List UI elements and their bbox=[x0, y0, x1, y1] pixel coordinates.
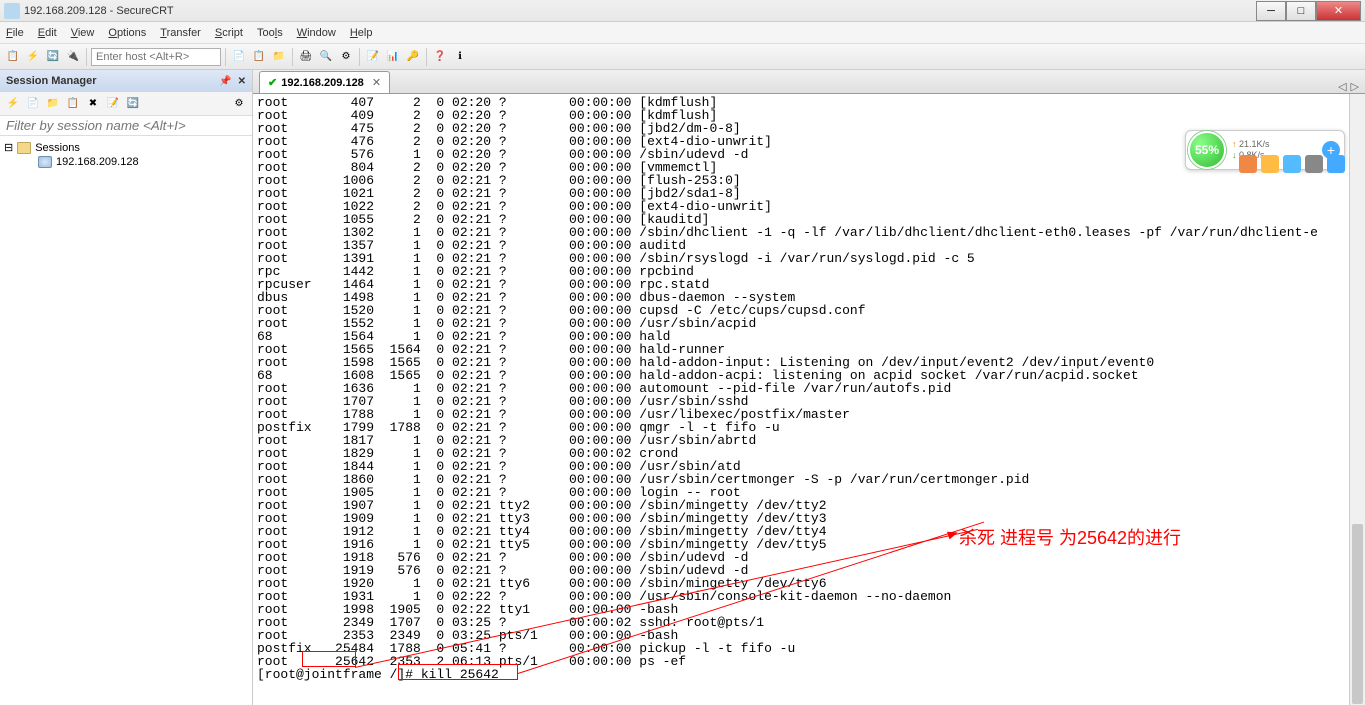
speed-ball[interactable]: 55% bbox=[1188, 131, 1226, 169]
sm-folder-icon[interactable]: 📁 bbox=[44, 95, 62, 113]
help-icon[interactable]: ❓ bbox=[431, 48, 449, 66]
paste-icon[interactable]: 📋 bbox=[250, 48, 268, 66]
tab-status-icon: ✔ bbox=[268, 76, 277, 89]
disconnect-icon[interactable]: 🔌 bbox=[64, 48, 82, 66]
pin-icon[interactable]: 📌 bbox=[219, 76, 231, 87]
menu-tools[interactable]: Tools bbox=[257, 27, 283, 39]
sm-props-icon[interactable]: 📝 bbox=[104, 95, 122, 113]
menu-file[interactable]: File bbox=[6, 27, 24, 39]
tree-root-label: Sessions bbox=[35, 142, 80, 154]
tray-icon-3[interactable] bbox=[1283, 155, 1301, 173]
tab-bar: ✔ 192.168.209.128 ✕ ◁ ▷ bbox=[253, 70, 1365, 94]
speed-percent: 55% bbox=[1195, 143, 1219, 157]
session-manager-header: Session Manager 📌 ✕ bbox=[0, 70, 252, 92]
tab-label: 192.168.209.128 bbox=[281, 77, 364, 89]
menu-window[interactable]: Window bbox=[297, 27, 336, 39]
tool3-icon[interactable]: 📁 bbox=[270, 48, 288, 66]
tray-icons bbox=[1239, 155, 1345, 173]
quick-connect-icon[interactable]: ⚡ bbox=[24, 48, 42, 66]
net-upload: 21.1K/s bbox=[1232, 139, 1270, 150]
sm-refresh-icon[interactable]: 🔄 bbox=[124, 95, 142, 113]
app-icon bbox=[4, 3, 20, 19]
expand-icon[interactable]: ⊟ bbox=[4, 141, 13, 154]
tray-icon-2[interactable] bbox=[1261, 155, 1279, 173]
session-options-icon[interactable]: 📝 bbox=[364, 48, 382, 66]
menu-edit[interactable]: Edit bbox=[38, 27, 57, 39]
tool7-icon[interactable]: 📊 bbox=[384, 48, 402, 66]
sm-connect-icon[interactable]: ⚡ bbox=[4, 95, 22, 113]
tab-next-icon[interactable]: ▷ bbox=[1351, 80, 1359, 93]
sm-options-icon[interactable]: ⚙ bbox=[230, 95, 248, 113]
menu-script[interactable]: Script bbox=[215, 27, 243, 39]
session-icon bbox=[38, 156, 52, 168]
terminal-output[interactable]: root 407 2 0 02:20 ? 00:00:00 [kdmflush]… bbox=[253, 94, 1365, 705]
titlebar: 192.168.209.128 - SecureCRT ─ □ ✕ bbox=[0, 0, 1365, 22]
minimize-button[interactable]: ─ bbox=[1256, 1, 1286, 21]
toolbar: 📋 ⚡ 🔄 🔌 📄 📋 📁 🖨 🔍 ⚙ 📝 📊 🔑 ❓ ℹ bbox=[0, 44, 1365, 70]
find-icon[interactable]: 🔍 bbox=[317, 48, 335, 66]
close-button[interactable]: ✕ bbox=[1316, 1, 1361, 21]
panel-close-icon[interactable]: ✕ bbox=[238, 76, 246, 87]
tree-session-item[interactable]: 192.168.209.128 bbox=[4, 155, 248, 169]
window-title: 192.168.209.128 - SecureCRT bbox=[24, 5, 1256, 17]
tray-icon-4[interactable] bbox=[1305, 155, 1323, 173]
tree-root[interactable]: ⊟ Sessions bbox=[4, 140, 248, 155]
menu-options[interactable]: Options bbox=[108, 27, 146, 39]
tab-close-icon[interactable]: ✕ bbox=[372, 76, 381, 89]
menu-help[interactable]: Help bbox=[350, 27, 373, 39]
print-icon[interactable]: 🖨 bbox=[297, 48, 315, 66]
session-manager-panel: Session Manager 📌 ✕ ⚡ 📄 📁 📋 ✖ 📝 🔄 ⚙ ⊟ Se… bbox=[0, 70, 253, 705]
folder-icon bbox=[17, 142, 31, 154]
session-tree: ⊟ Sessions 192.168.209.128 bbox=[0, 136, 252, 173]
connect-icon[interactable]: 📋 bbox=[4, 48, 22, 66]
sm-new-icon[interactable]: 📄 bbox=[24, 95, 42, 113]
annotation-text: 杀死 进程号 为25642的进行 bbox=[959, 524, 1181, 550]
maximize-button[interactable]: □ bbox=[1286, 1, 1316, 21]
session-manager-toolbar: ⚡ 📄 📁 📋 ✖ 📝 🔄 ⚙ bbox=[0, 92, 252, 116]
about-icon[interactable]: ℹ bbox=[451, 48, 469, 66]
host-input[interactable] bbox=[91, 48, 221, 66]
tab-active[interactable]: ✔ 192.168.209.128 ✕ bbox=[259, 71, 390, 93]
copy-icon[interactable]: 📄 bbox=[230, 48, 248, 66]
sm-copy-icon[interactable]: 📋 bbox=[64, 95, 82, 113]
tree-session-label: 192.168.209.128 bbox=[56, 156, 139, 168]
session-manager-title: Session Manager bbox=[6, 75, 96, 87]
tray-icon-1[interactable] bbox=[1239, 155, 1257, 173]
session-filter-input[interactable] bbox=[0, 116, 252, 136]
key-icon[interactable]: 🔑 bbox=[404, 48, 422, 66]
menu-view[interactable]: View bbox=[71, 27, 95, 39]
tab-prev-icon[interactable]: ◁ bbox=[1338, 80, 1346, 93]
menu-transfer[interactable]: Transfer bbox=[160, 27, 201, 39]
options-icon[interactable]: ⚙ bbox=[337, 48, 355, 66]
tray-icon-5[interactable] bbox=[1327, 155, 1345, 173]
scrollbar-thumb[interactable] bbox=[1352, 524, 1363, 704]
sm-delete-icon[interactable]: ✖ bbox=[84, 95, 102, 113]
menubar: File Edit View Options Transfer Script T… bbox=[0, 22, 1365, 44]
vertical-scrollbar[interactable] bbox=[1349, 94, 1365, 705]
reconnect-icon[interactable]: 🔄 bbox=[44, 48, 62, 66]
